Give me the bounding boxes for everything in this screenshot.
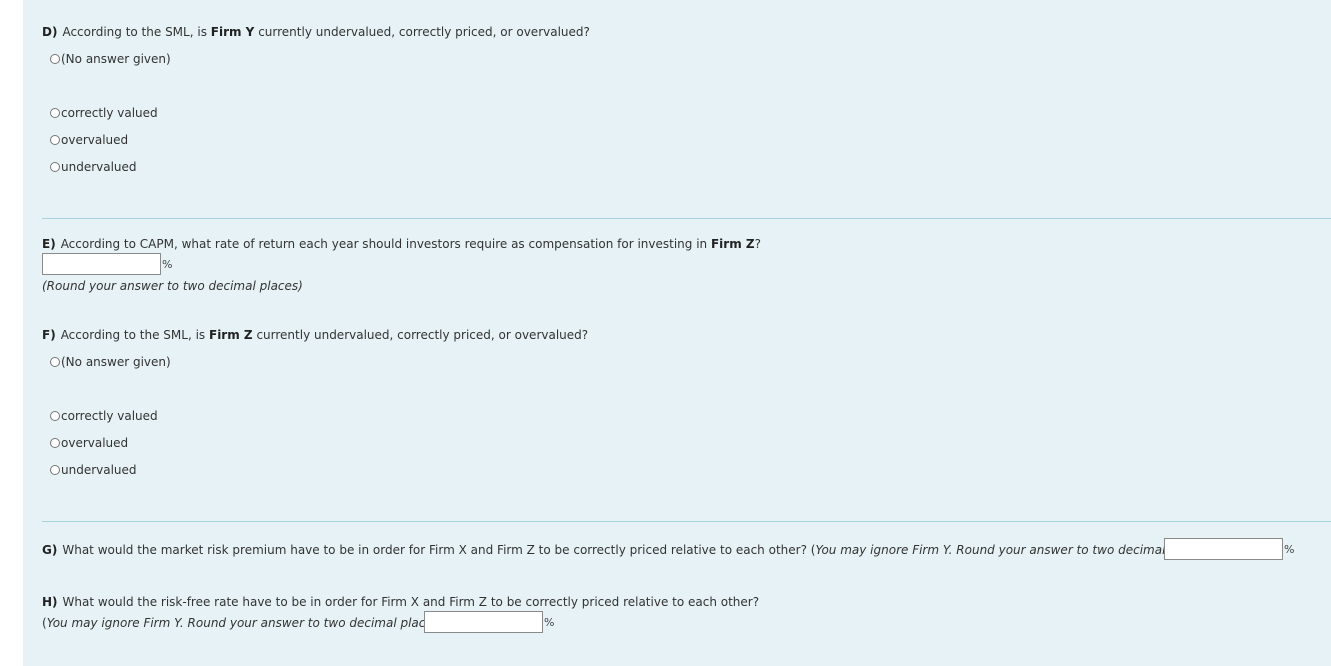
question-h-letter: H)	[42, 595, 58, 609]
radio-button[interactable]	[50, 162, 60, 172]
question-g-answer-input[interactable]	[1164, 538, 1283, 560]
radio-button[interactable]	[50, 465, 60, 475]
question-d-letter: D)	[42, 25, 58, 39]
section-divider	[42, 521, 1331, 522]
question-d-option-no-answer[interactable]: (No answer given)	[50, 51, 171, 67]
question-d-option-overvalued[interactable]: overvalued	[50, 132, 128, 148]
question-g-hint: You may ignore Firm Y. Round your answer…	[815, 543, 1208, 557]
question-f-firm: Firm Z	[209, 328, 253, 342]
radio-button[interactable]	[50, 108, 60, 118]
question-e-prompt: E) According to CAPM, what rate of return…	[42, 237, 761, 251]
question-f-option-correctly-valued[interactable]: correctly valued	[50, 408, 158, 424]
question-g-prompt: G) What would the market risk premium hav…	[42, 543, 1212, 557]
question-d-firm: Firm Y	[210, 25, 255, 39]
radio-button[interactable]	[50, 438, 60, 448]
radio-button[interactable]	[50, 54, 60, 64]
question-h-unit: %	[544, 616, 555, 629]
question-e-answer-input[interactable]	[42, 253, 161, 275]
question-d-option-undervalued[interactable]: undervalued	[50, 159, 137, 175]
question-e-unit: %	[162, 258, 173, 271]
question-f-option-no-answer[interactable]: (No answer given)	[50, 354, 171, 370]
question-f-letter: F)	[42, 328, 56, 342]
question-f-prompt: F) According to the SML, is Firm Z curren…	[42, 328, 589, 342]
radio-button[interactable]	[50, 357, 60, 367]
question-g-letter: G)	[42, 543, 58, 557]
question-h-prompt: H) What would the risk-free rate have to …	[42, 595, 760, 609]
question-f-option-undervalued[interactable]: undervalued	[50, 462, 137, 478]
question-d-option-correctly-valued[interactable]: correctly valued	[50, 105, 158, 121]
radio-button[interactable]	[50, 411, 60, 421]
question-h-answer-input[interactable]	[424, 611, 543, 633]
question-g-unit: %	[1284, 543, 1295, 556]
question-h-hint: (You may ignore Firm Y. Round your answe…	[42, 616, 444, 630]
question-e-letter: E)	[42, 237, 56, 251]
section-divider	[42, 218, 1331, 219]
question-f-option-overvalued[interactable]: overvalued	[50, 435, 128, 451]
question-e-hint: (Round your answer to two decimal places…	[42, 279, 303, 293]
question-e-firm: Firm Z	[710, 237, 755, 251]
radio-button[interactable]	[50, 135, 60, 145]
question-d-prompt: D) According to the SML, is Firm Y curren…	[42, 25, 590, 39]
